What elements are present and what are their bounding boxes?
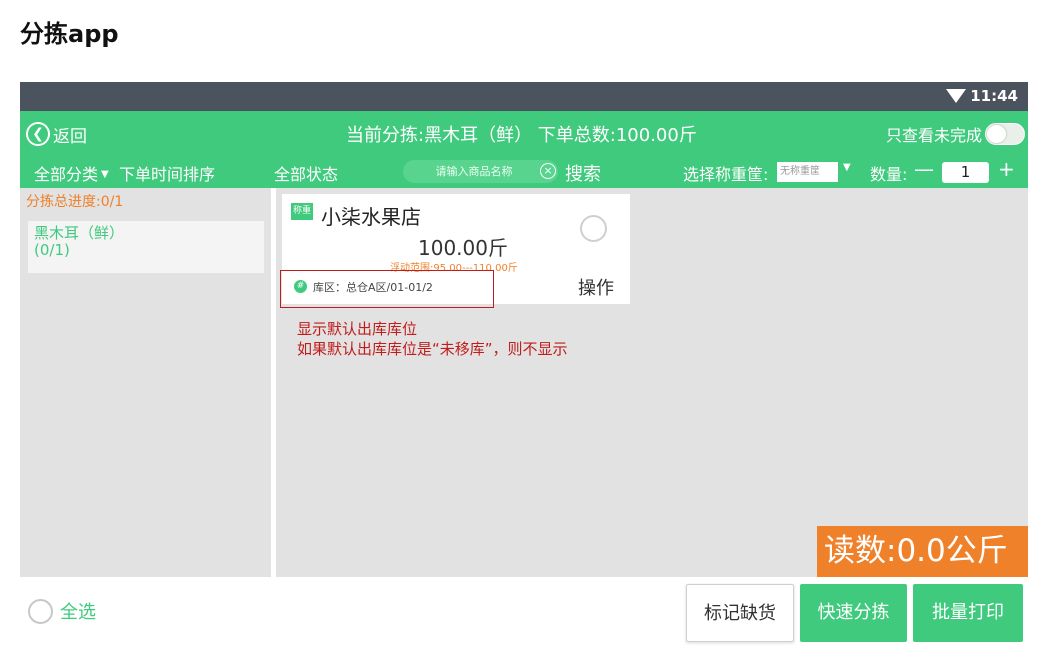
quantity-input[interactable]: 1 <box>942 162 989 183</box>
back-icon: ❮ <box>26 122 50 146</box>
shop-name: 小柒水果店 <box>321 205 421 229</box>
filter-bar: 全部分类▼ 下单时间排序 全部状态 × 搜索 选择称重筐: 无称重筐 ▼ 数量:… <box>20 156 1028 188</box>
doc-title: 分拣app <box>20 20 119 48</box>
annotation-note: 显示默认出库库位 如果默认出库库位是“未移库”，则不显示 <box>297 319 568 359</box>
sort-progress: 分拣总进度:0/1 <box>26 194 124 210</box>
card-select-radio[interactable] <box>580 215 607 242</box>
back-button[interactable]: ❮ 返回 <box>26 121 87 147</box>
top-bar: ❮ 返回 当前分拣:黑木耳（鲜） 下单总数:100.00斤 只查看未完成 <box>20 111 1028 156</box>
weigh-badge: 称重 <box>291 203 313 220</box>
caret-down-icon: ▼ <box>101 169 109 180</box>
clear-icon[interactable]: × <box>540 163 556 179</box>
quick-sort-button[interactable]: 快速分拣 <box>800 584 907 642</box>
status-bar: 11:44 <box>20 82 1028 111</box>
quantity-decrease-button[interactable]: — <box>914 157 934 181</box>
annotation-highlight-box <box>280 270 494 308</box>
category-count: (0/1) <box>34 241 70 259</box>
scale-basket-label: 选择称重筐: <box>683 165 769 184</box>
scale-basket-select[interactable]: 无称重筐 <box>777 162 838 182</box>
category-sidebar: 分拣总进度:0/1 黑木耳（鲜） (0/1) <box>20 188 271 577</box>
select-all-label: 全选 <box>60 602 96 623</box>
order-weight: 100.00斤 <box>418 236 508 260</box>
back-label: 返回 <box>53 126 87 147</box>
radio-icon <box>28 598 53 624</box>
current-sorting-title: 当前分拣:黑木耳（鲜） 下单总数:100.00斤 <box>346 125 697 146</box>
category-name: 黑木耳（鲜） <box>34 224 125 242</box>
search-button[interactable]: 搜索 <box>565 160 601 186</box>
all-status-filter[interactable]: 全部状态 <box>274 161 338 185</box>
device-screen: 11:44 ❮ 返回 当前分拣:黑木耳（鲜） 下单总数:100.00斤 只查看未… <box>20 82 1028 656</box>
caret-down-icon: ▼ <box>843 162 851 173</box>
search-input[interactable] <box>413 162 535 181</box>
toggle-knob <box>987 125 1006 143</box>
order-card[interactable]: 称重 小柒水果店 100.00斤 浮动范围:95.00---110.00斤 # … <box>280 194 630 308</box>
all-categories-dropdown[interactable]: 全部分类 ▼ <box>34 161 112 185</box>
order-time-sort[interactable]: 下单时间排序 <box>119 161 215 185</box>
quantity-increase-button[interactable]: + <box>998 157 1015 181</box>
search-box: × <box>403 160 558 183</box>
wifi-icon <box>946 89 966 103</box>
select-all-control[interactable]: 全选 <box>28 598 96 624</box>
category-item[interactable]: 黑木耳（鲜） (0/1) <box>28 221 264 273</box>
action-button[interactable]: 操作 <box>578 274 614 300</box>
all-categories-label: 全部分类 <box>34 165 99 184</box>
scale-reading: 读数:0.0公斤 <box>817 526 1028 577</box>
annotation-line-2: 如果默认出库库位是“未移库”，则不显示 <box>297 340 568 358</box>
quantity-label: 数量: <box>870 165 908 184</box>
batch-print-button[interactable]: 批量打印 <box>913 584 1023 642</box>
main-panel: 称重 小柒水果店 100.00斤 浮动范围:95.00---110.00斤 # … <box>276 188 1028 577</box>
only-unfinished-toggle[interactable] <box>985 123 1025 145</box>
status-time: 11:44 <box>970 87 1018 105</box>
bottom-bar: 全选 标记缺货 快速分拣 批量打印 <box>20 577 1028 656</box>
annotation-line-1: 显示默认出库库位 <box>297 320 418 338</box>
mark-shortage-button[interactable]: 标记缺货 <box>686 584 794 642</box>
only-unfinished-label: 只查看未完成 <box>885 126 982 145</box>
